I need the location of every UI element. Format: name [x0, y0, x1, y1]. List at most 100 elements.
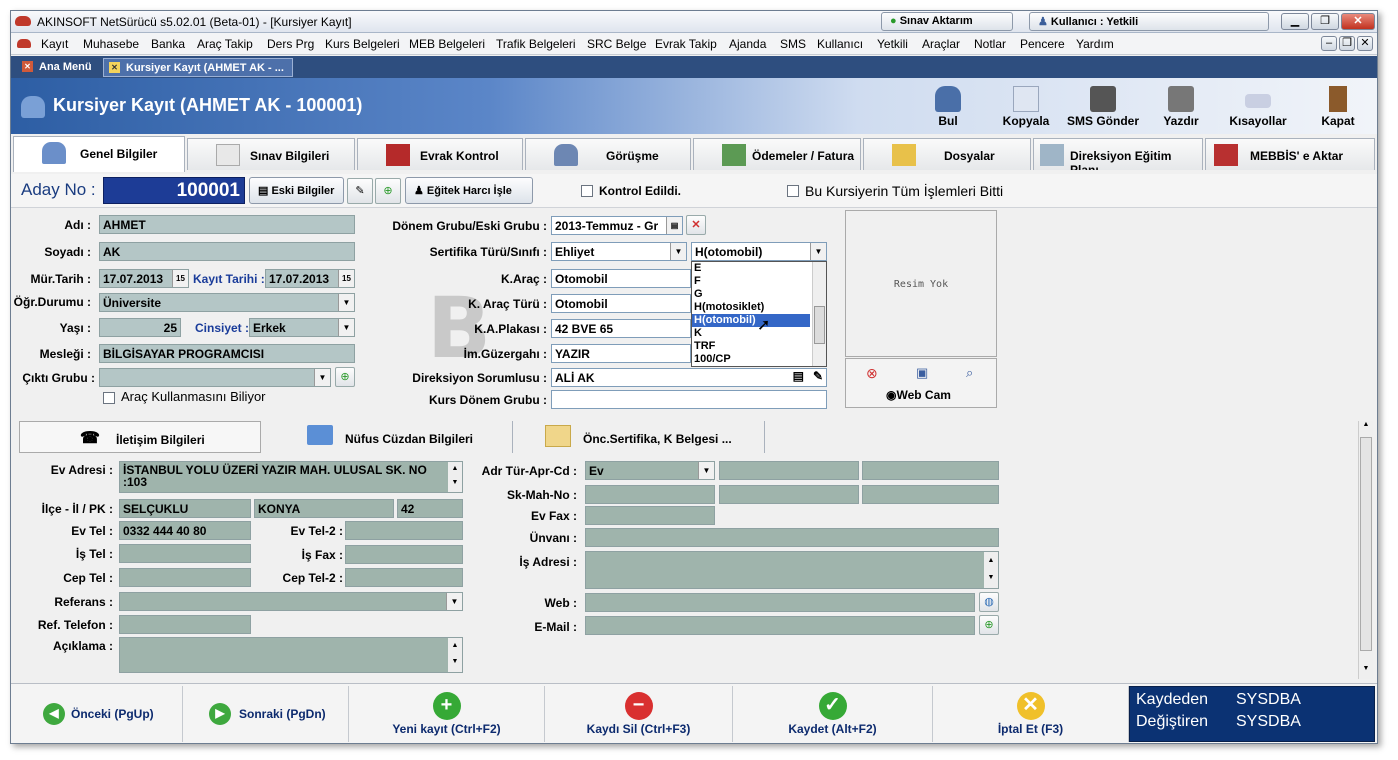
sertifika-select[interactable]: Ehliyet ▼ [551, 242, 687, 261]
menu-item[interactable]: Pencere [1020, 37, 1065, 51]
kontrol-checkbox[interactable] [581, 185, 593, 197]
web-open-button[interactable]: ◍ [979, 592, 999, 612]
photo-box[interactable]: Resim Yok [845, 210, 997, 357]
menu-item[interactable]: Evrak Takip [655, 37, 717, 51]
guzergah-field[interactable]: YAZIR [551, 344, 691, 363]
menu-item[interactable]: MEB Belgeleri [409, 37, 485, 51]
tab-direksiyon[interactable]: Direksiyon Eğitim Planı [1033, 138, 1203, 170]
tab-ana-menu[interactable]: ✕ Ana Menü [17, 58, 101, 77]
yas-field[interactable]: 25 [99, 318, 181, 337]
tab-dosyalar[interactable]: Dosyalar [863, 138, 1031, 170]
menu-item[interactable]: Araç Takip [197, 37, 253, 51]
menu-item[interactable]: Kurs Belgeleri [325, 37, 400, 51]
mdi-restore-button[interactable]: ❐ [1339, 36, 1355, 51]
arac-checkbox[interactable] [103, 392, 115, 404]
scroll-thumb[interactable] [1360, 437, 1372, 651]
ev-tel2-field[interactable] [345, 521, 463, 540]
lookup-icon[interactable]: ▤ [793, 369, 804, 383]
adr-tur-select[interactable]: Ev ▼ [585, 461, 715, 480]
email-add-button[interactable]: ⊕ [979, 615, 999, 635]
mur-tarih-field[interactable]: 17.07.2013 15 [99, 269, 189, 288]
dropdown-item[interactable]: G [692, 288, 810, 301]
kisayollar-button[interactable]: Kısayollar [1223, 86, 1293, 132]
mdi-minimize-button[interactable]: – [1321, 36, 1337, 51]
dropdown-item[interactable]: H(otomobil) [692, 314, 810, 327]
menu-item[interactable]: Kayıt [41, 37, 68, 51]
donem-clear-button[interactable]: ✕ [686, 215, 706, 235]
iptal-button[interactable]: ✕ İptal Et (F3) [933, 686, 1129, 742]
kapat-button[interactable]: Kapat [1303, 86, 1373, 132]
referans-select[interactable]: ▼ [119, 592, 463, 611]
aciklama-field[interactable]: ▲ ▼ [119, 637, 463, 673]
tab-sinav-bilgileri[interactable]: Sınav Bilgileri [187, 138, 355, 170]
textarea-scroll[interactable]: ▲ ▼ [984, 552, 998, 588]
main-scrollbar[interactable]: ▲ ▼ [1358, 421, 1373, 679]
zoom-icon[interactable]: ⌕ [966, 365, 973, 381]
ref-telefon-field[interactable] [119, 615, 251, 634]
dropdown-item[interactable]: F [692, 275, 810, 288]
tab-gorusme[interactable]: Görüşme [525, 138, 691, 170]
pencil-icon[interactable]: ✎ [813, 369, 823, 383]
chevron-down-icon[interactable]: ▼ [338, 294, 354, 311]
ogr-durumu-select[interactable]: Üniversite ▼ [99, 293, 355, 312]
apr-field[interactable] [719, 461, 859, 480]
scroll-thumb[interactable] [814, 306, 825, 344]
adi-field[interactable]: AHMET [99, 215, 355, 234]
calendar-icon[interactable]: 15 [172, 270, 188, 287]
tab-genel-bilgiler[interactable]: Genel Bilgiler [13, 136, 185, 172]
calendar-icon[interactable]: 15 [338, 270, 354, 287]
user-button[interactable]: ♟ Kullanıcı : Yetkili [1029, 12, 1269, 31]
kaydet-button[interactable]: ✓ Kaydet (Alt+F2) [733, 686, 933, 742]
dropdown-item[interactable]: E [692, 262, 810, 275]
menu-item[interactable]: SMS [780, 37, 806, 51]
dropdown-item[interactable]: K [692, 327, 810, 340]
webcam-button[interactable]: ◉Web Cam [886, 388, 951, 402]
kurs-donem-field[interactable] [551, 390, 827, 409]
tab-kursiyer-kayit[interactable]: ✕ Kursiyer Kayıt (AHMET AK - ... [103, 58, 293, 77]
egitek-button[interactable]: ♟ Eğitek Harcı İşle [405, 177, 533, 204]
karac-field[interactable]: Otomobil [551, 269, 691, 288]
chevron-down-icon[interactable]: ▼ [446, 593, 462, 610]
menu-item[interactable]: Trafik Belgeleri [496, 37, 576, 51]
menu-item[interactable]: Ajanda [729, 37, 766, 51]
tab-evrak-kontrol[interactable]: Evrak Kontrol [357, 138, 523, 170]
chevron-down-icon[interactable]: ▼ [698, 462, 714, 479]
add-button[interactable]: ⊕ [375, 178, 401, 204]
bul-button[interactable]: Bul [913, 86, 983, 132]
delete-photo-icon[interactable]: ⊗ [866, 365, 878, 382]
menu-item[interactable]: Kullanıcı [817, 37, 863, 51]
cinsiyet-select[interactable]: Erkek ▼ [249, 318, 355, 337]
dropdown-item[interactable]: 100/CP [692, 353, 810, 366]
tab-nufus[interactable]: Nüfus Cüzdan Bilgileri [265, 421, 513, 453]
ev-tel-field[interactable]: 0332 444 40 80 [119, 521, 251, 540]
scroll-down-arrow[interactable]: ▼ [1359, 665, 1373, 679]
chevron-down-icon[interactable]: ▼ [314, 369, 330, 386]
minimize-button[interactable]: ▁ [1281, 13, 1309, 30]
sinif-select[interactable]: H(otomobil) ▼ [691, 242, 827, 261]
eski-bilgiler-button[interactable]: ▤ Eski Bilgiler [249, 177, 344, 204]
menu-item[interactable]: SRC Belge [587, 37, 646, 51]
is-adresi-field[interactable]: ▲ ▼ [585, 551, 999, 589]
textarea-scroll[interactable]: ▲ ▼ [448, 638, 462, 672]
donem-field[interactable]: 2013-Temmuz - Gr ▤ [551, 216, 683, 235]
menu-item[interactable]: Yardım [1076, 37, 1114, 51]
cep-tel2-field[interactable] [345, 568, 463, 587]
onceki-button[interactable]: ◀ Önceki (PgUp) [11, 686, 183, 742]
plaka-field[interactable]: 42 BVE 65 [551, 319, 691, 338]
is-tel-field[interactable] [119, 544, 251, 563]
tab-mebbis[interactable]: MEBBİS' e Aktar [1205, 138, 1375, 170]
direksiyon-field[interactable]: ALİ AK ▤ ✎ [551, 368, 827, 387]
scroll-up-arrow[interactable]: ▲ [1359, 421, 1373, 435]
scanner-icon[interactable]: ▣ [916, 365, 928, 381]
cep-tel-field[interactable] [119, 568, 251, 587]
cd-field[interactable] [862, 461, 999, 480]
pk-field[interactable]: 42 [397, 499, 463, 518]
sonraki-button[interactable]: ▶ Sonraki (PgDn) [183, 686, 349, 742]
mah-field[interactable] [719, 485, 859, 504]
chevron-down-icon[interactable]: ▼ [810, 243, 826, 260]
sk-field[interactable] [585, 485, 715, 504]
meslek-field[interactable]: BİLGİSAYAR PROGRAMCISI [99, 344, 355, 363]
web-field[interactable] [585, 593, 975, 612]
textarea-scroll[interactable]: ▲ ▼ [448, 462, 462, 492]
ev-fax-field[interactable] [585, 506, 715, 525]
